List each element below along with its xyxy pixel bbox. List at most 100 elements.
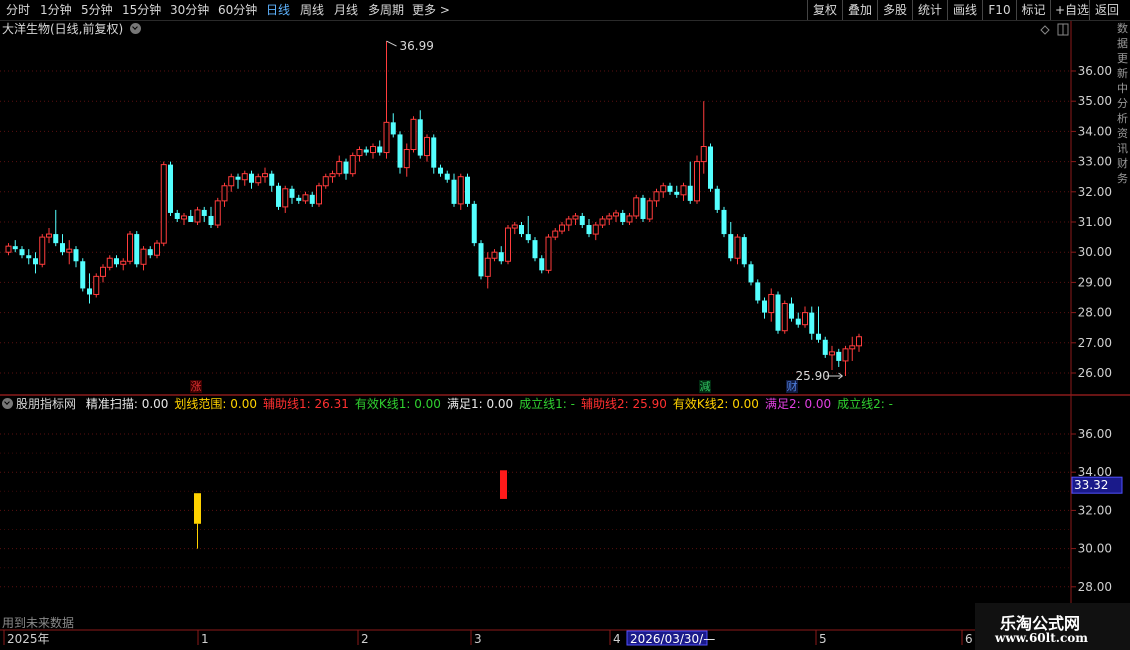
candle-body-up <box>66 248 73 253</box>
candle-body-up <box>653 191 660 202</box>
candle-body-down <box>836 351 842 361</box>
candle-body-down <box>714 188 720 210</box>
candle-body-down <box>188 215 194 222</box>
candle-body-up <box>160 164 167 244</box>
candle-body-up <box>127 233 133 262</box>
high-price-label: 36.99 <box>400 39 434 53</box>
candle-body-up <box>606 215 613 220</box>
candle-body-up <box>694 161 700 202</box>
candle-body-up <box>613 212 619 217</box>
price-tick-label: 30.00 <box>1078 245 1112 259</box>
candle-body-down <box>687 185 693 201</box>
candle-body-down <box>249 173 254 183</box>
indicator-axis: 36.0034.0032.0030.0028.0033.32 <box>0 427 1123 594</box>
candle-body-up <box>214 200 221 226</box>
candle-body-up <box>46 233 52 238</box>
candle-body-down <box>816 333 821 340</box>
candle-body-up <box>403 149 410 169</box>
indicator-header: 股朋指标网 精准扫描: 0.00 划线范围: 0.00 辅助线1: 26.31 有效K… <box>2 397 905 412</box>
candle-body-up <box>282 188 289 208</box>
candle-body-up <box>592 224 599 235</box>
candle-body-down <box>363 149 369 153</box>
candle-body-down <box>809 312 815 334</box>
price-axis: 36.00 35.00 34.00 33.00 32.00 31.00 30.00 29.00… <box>1071 64 1112 380</box>
candle-body-up <box>140 248 147 265</box>
candle-body-up <box>349 155 356 175</box>
candle-body-down <box>444 173 450 180</box>
candle-body-up <box>768 293 775 314</box>
candle-body-down <box>498 252 504 262</box>
candle-body-up <box>680 185 687 196</box>
price-tick-label: 29.00 <box>1078 275 1112 289</box>
candle-body-down <box>579 215 585 226</box>
candle-body-down <box>87 288 92 295</box>
time-tick-label: 4 <box>613 632 621 646</box>
indicator-value-2: 划线范围: 0.00 <box>174 397 257 411</box>
candle-body-down <box>201 209 207 216</box>
event-marker-finance[interactable]: 财 <box>786 380 798 393</box>
indicator-value-5: 满足1: 0.00 <box>446 397 514 411</box>
candle-body-down <box>417 119 423 156</box>
price-tick-label: 28.00 <box>1078 306 1112 320</box>
candle-body-up <box>336 161 343 175</box>
candle-body-up <box>154 242 160 256</box>
time-tick-label: 2 <box>361 632 369 646</box>
low-price-label: 25.90 <box>796 369 830 383</box>
candle-body-down <box>276 185 281 207</box>
candle-body-down <box>667 185 673 192</box>
candle-body-up <box>849 345 856 350</box>
candle-body-up <box>329 173 336 178</box>
candle-body-down <box>174 212 180 219</box>
chevron-down-icon[interactable] <box>2 398 13 409</box>
candle-body-down <box>674 191 680 195</box>
candle-body-up <box>842 348 849 362</box>
candle-body-up <box>316 185 322 205</box>
candle-body-up <box>660 185 667 193</box>
candle-body-up <box>181 215 187 220</box>
candle-body-down <box>73 249 79 262</box>
candle-body-down <box>296 197 302 201</box>
indicator-tick-label: 32.00 <box>1078 503 1112 517</box>
indicator-value-9: 满足2: 0.00 <box>764 397 832 411</box>
candle-body-down <box>478 243 484 277</box>
time-tick-label: 6 <box>965 632 973 646</box>
candle-body-down <box>397 134 403 168</box>
candle-body-up <box>221 185 228 202</box>
candle-body-up <box>228 176 235 187</box>
indicator-value-8: 有效K线2: 0.00 <box>672 397 759 411</box>
candle-body-down <box>728 234 734 259</box>
indicator-value-7: 辅助线2: 25.90 <box>581 397 667 411</box>
candle-body-up <box>93 275 100 295</box>
event-marker-reduce[interactable]: 減 <box>699 380 711 393</box>
event-marker-rise[interactable]: 涨 <box>190 380 202 393</box>
candle-body-down <box>438 167 443 174</box>
candle-body-down <box>620 212 626 222</box>
indicator-value-6: 成立线1: - <box>519 397 575 411</box>
time-tick-label: 1 <box>201 632 209 646</box>
candle-body-up <box>194 209 201 223</box>
candle-body-down <box>60 243 65 253</box>
price-tick-label: 31.00 <box>1078 215 1112 229</box>
candle-body-up <box>302 194 309 202</box>
time-tick-label: 2025年 <box>7 632 50 646</box>
diamond-icon[interactable] <box>1040 25 1050 35</box>
price-tick-label: 33.00 <box>1078 155 1112 169</box>
price-tick-label: 34.00 <box>1078 124 1112 138</box>
candle-body-down <box>721 209 727 235</box>
candle-body-down <box>465 176 470 204</box>
candle-body-up <box>781 303 788 332</box>
indicator-tick-label: 36.00 <box>1078 427 1112 441</box>
candle-body-down <box>289 188 295 198</box>
right-info-strip[interactable]: 数据更新中分析资讯财务 <box>1115 21 1130 397</box>
candle-body-up <box>322 176 329 187</box>
candle-body-down <box>640 197 646 219</box>
candle-body-down <box>451 179 457 204</box>
candle-body-up <box>457 176 464 205</box>
indicator-value-4: 有效K线1: 0.00 <box>354 397 441 411</box>
price-grid <box>0 70 1071 374</box>
candle-body-down <box>309 194 315 204</box>
candle-body-up <box>599 218 606 226</box>
indicator-name[interactable]: 股朋指标网 <box>16 397 76 411</box>
candle-body-down <box>586 225 592 235</box>
candle-body-up <box>626 215 633 223</box>
